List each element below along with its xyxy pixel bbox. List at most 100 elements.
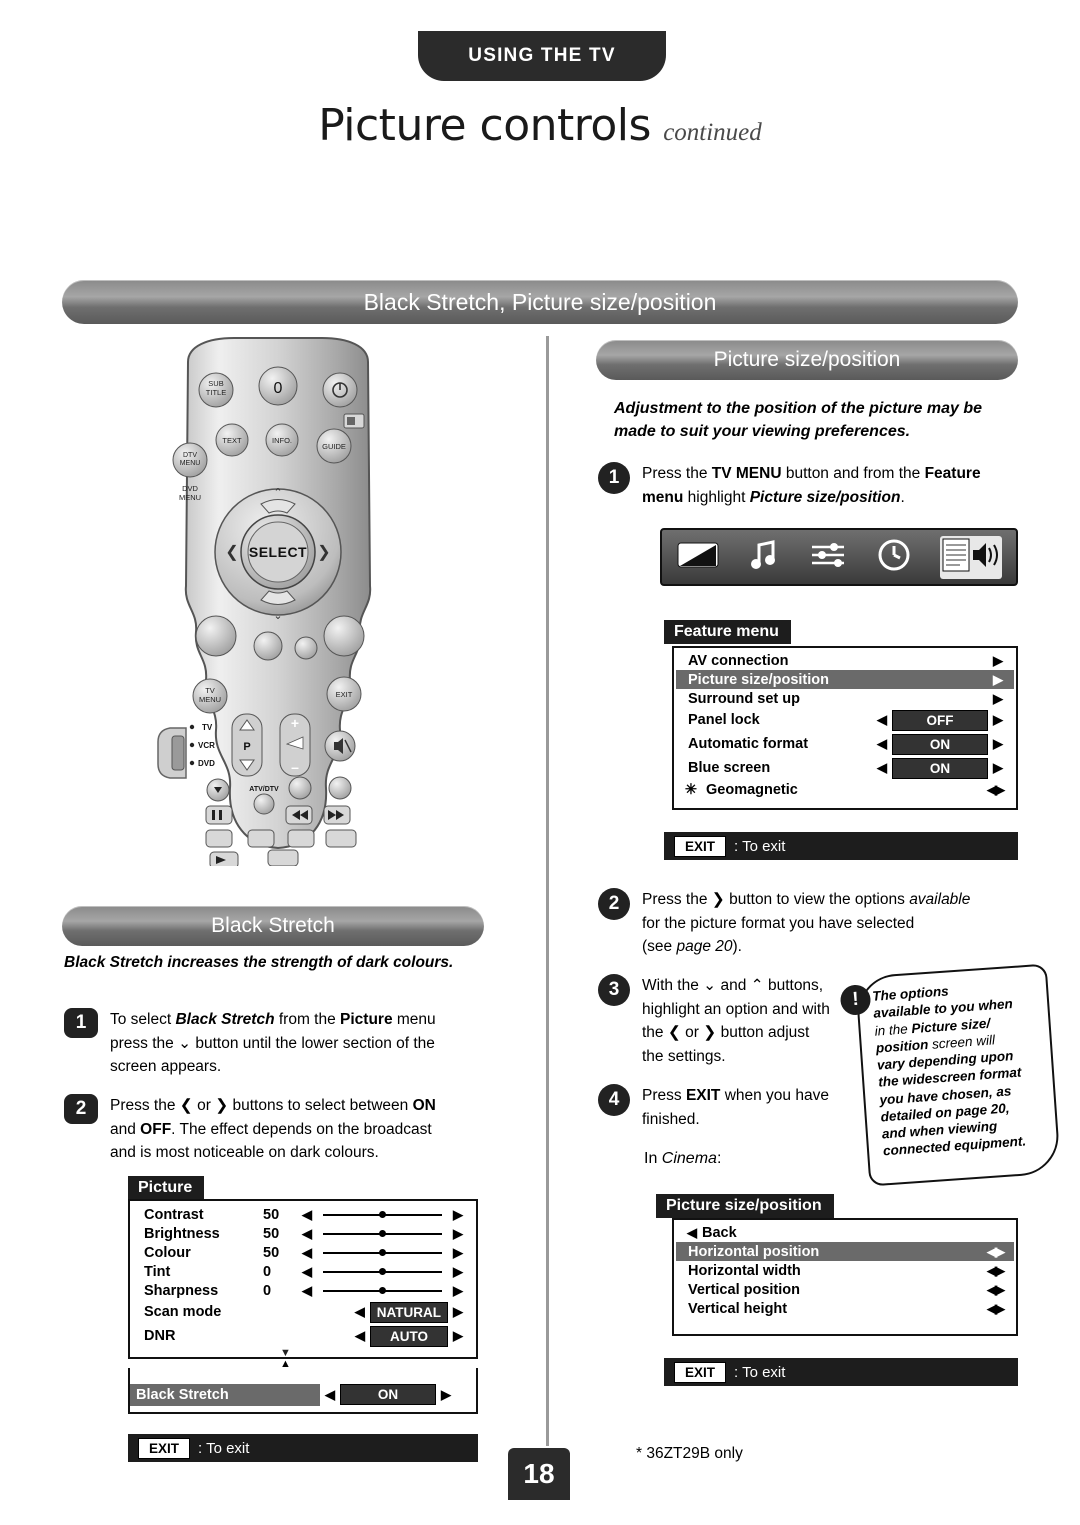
- svg-text:GUIDE: GUIDE: [322, 442, 346, 451]
- left-right-arrow-icon[interactable]: ◀▶: [982, 782, 1008, 798]
- row-value: 0: [263, 1282, 272, 1299]
- exit-button[interactable]: EXIT: [674, 1361, 727, 1383]
- in-cinema-label: In Cinema:: [644, 1150, 721, 1168]
- left-arrow-icon[interactable]: ◀: [297, 1207, 317, 1223]
- slider-track[interactable]: [317, 1230, 448, 1237]
- slider-track[interactable]: [317, 1249, 448, 1256]
- black-stretch-intro: Black Stretch increases the strength of …: [64, 952, 524, 974]
- exit-button[interactable]: EXIT: [138, 1437, 191, 1459]
- page-title-main: Picture controls: [318, 100, 651, 151]
- osd-row-automatic-format[interactable]: Automatic format ◀ ON ▶: [676, 732, 1014, 756]
- in-word: In: [644, 1150, 662, 1167]
- osd-row-blue-screen[interactable]: Blue screen ◀ ON ▶: [676, 756, 1014, 780]
- left-right-arrow-icon[interactable]: ◀▶: [982, 1244, 1008, 1260]
- svg-text:DVD: DVD: [182, 484, 198, 493]
- right-arrow-icon[interactable]: ▶: [988, 691, 1008, 707]
- row-label: Contrast: [144, 1206, 204, 1223]
- left-right-arrow-icon[interactable]: ◀▶: [982, 1263, 1008, 1279]
- osd-row-tint[interactable]: Tint 0 ◀ ▶: [132, 1262, 474, 1281]
- osd-row-back[interactable]: ◀ Back: [676, 1223, 1014, 1242]
- slider-track[interactable]: [317, 1211, 448, 1218]
- osd-row-sharpness[interactable]: Sharpness 0 ◀ ▶: [132, 1281, 474, 1300]
- osd-row-surround-setup[interactable]: Surround set up ▶: [676, 689, 1014, 708]
- left-arrow-icon[interactable]: ◀: [297, 1245, 317, 1261]
- t2: EXIT: [685, 1087, 721, 1104]
- slider-track[interactable]: [317, 1268, 448, 1275]
- osd-row-geomagnetic[interactable]: ✳ Geomagnetic ◀▶: [676, 780, 1014, 799]
- remote-control-illustration: SUB TITLE 0 TEXT INFO. GUIDE DTV MENU DV…: [148, 336, 408, 869]
- right-step-2: 2 Press the ❯ button to view the options…: [598, 888, 1018, 959]
- right-arrow-icon[interactable]: ▶: [988, 672, 1008, 688]
- right-arrow-icon[interactable]: ▶: [436, 1387, 456, 1403]
- svg-text:INFO.: INFO.: [272, 436, 292, 445]
- right-arrow-icon[interactable]: ▶: [988, 760, 1008, 776]
- row-value: AUTO: [370, 1325, 448, 1347]
- clock-icon[interactable]: [877, 538, 911, 577]
- right-arrow-icon[interactable]: ▶: [988, 712, 1008, 728]
- scroll-up-icon: ▲: [280, 1358, 291, 1370]
- callout-text: The options available to you when in the…: [857, 966, 1058, 1169]
- t8: .: [900, 488, 905, 506]
- osd-row-av-connection[interactable]: AV connection ▶: [676, 651, 1014, 670]
- right-arrow-icon[interactable]: ▶: [988, 736, 1008, 752]
- left-arrow-icon[interactable]: ◀: [872, 712, 892, 728]
- left-arrow-icon[interactable]: ◀: [872, 760, 892, 776]
- osd-row-vertical-height[interactable]: Vertical height ◀▶: [676, 1299, 1014, 1318]
- row-label: Scan mode: [144, 1304, 222, 1320]
- slider-track[interactable]: [317, 1287, 448, 1294]
- step-number: 2: [64, 1094, 98, 1124]
- osd-row-black-stretch[interactable]: Black Stretch ◀ ON ▶: [130, 1382, 476, 1407]
- osd-row-horizontal-position[interactable]: Horizontal position ◀▶: [676, 1242, 1014, 1261]
- svg-text:TITLE: TITLE: [206, 388, 226, 397]
- row-value: ON: [340, 1384, 436, 1405]
- t6: highlight: [683, 488, 750, 506]
- right-arrow-icon[interactable]: ▶: [448, 1226, 468, 1242]
- right-arrow-icon[interactable]: ▶: [448, 1283, 468, 1299]
- right-arrow-icon[interactable]: ▶: [448, 1207, 468, 1223]
- settings-sliders-icon[interactable]: [808, 540, 848, 575]
- left-arrow-icon[interactable]: ◀: [320, 1387, 340, 1403]
- osd-row-dnr[interactable]: DNR ◀ AUTO ▶: [132, 1324, 474, 1348]
- left-arrow-icon[interactable]: ◀: [682, 1225, 702, 1241]
- svg-text:❮: ❮: [225, 544, 238, 561]
- left-right-arrow-icon[interactable]: ◀▶: [982, 1282, 1008, 1298]
- right-arrow-icon[interactable]: ▶: [988, 653, 1008, 669]
- left-arrow-icon[interactable]: ◀: [350, 1304, 370, 1320]
- page-number: 18: [508, 1448, 570, 1500]
- osd-row-contrast[interactable]: Contrast 50 ◀ ▶: [132, 1205, 474, 1224]
- t3: from the: [274, 1011, 341, 1028]
- picture-icon[interactable]: [676, 540, 720, 575]
- left-arrow-icon[interactable]: ◀: [350, 1328, 370, 1344]
- right-arrow-icon[interactable]: ▶: [448, 1304, 468, 1320]
- exit-label: : To exit: [198, 1439, 250, 1457]
- left-arrow-icon[interactable]: ◀: [297, 1264, 317, 1280]
- sound-icon[interactable]: [749, 539, 779, 576]
- footnote: * 36ZT29B only: [636, 1445, 743, 1462]
- step-number: 2: [598, 888, 630, 920]
- osd-row-colour[interactable]: Colour 50 ◀ ▶: [132, 1243, 474, 1262]
- osd-black-stretch-panel: ▲ Black Stretch ◀ ON ▶: [128, 1358, 478, 1414]
- exit-button[interactable]: EXIT: [674, 835, 727, 857]
- step-number: 3: [598, 974, 630, 1006]
- osd-row-brightness[interactable]: Brightness 50 ◀ ▶: [132, 1224, 474, 1243]
- osd-row-picture-size-position[interactable]: Picture size/position ▶: [676, 670, 1014, 689]
- left-arrow-icon[interactable]: ◀: [297, 1283, 317, 1299]
- bs-intro-b: increases the strength of dark colours.: [163, 954, 454, 971]
- osd-row-horizontal-width[interactable]: Horizontal width ◀▶: [676, 1261, 1014, 1280]
- t7: and: [110, 1120, 141, 1138]
- t4: Feature: [924, 465, 981, 482]
- row-label: Colour: [144, 1244, 191, 1261]
- feature-menu-icon[interactable]: [939, 535, 1002, 579]
- row-label: Geomagnetic: [706, 781, 798, 798]
- left-right-arrow-icon[interactable]: ◀▶: [982, 1301, 1008, 1317]
- left-arrow-icon[interactable]: ◀: [872, 736, 892, 752]
- right-arrow-icon[interactable]: ▶: [448, 1328, 468, 1344]
- right-step-1: 1 Press the TV MENU button and from the …: [598, 462, 1028, 509]
- osd-row-panel-lock[interactable]: Panel lock ◀ OFF ▶: [676, 708, 1014, 732]
- right-arrow-icon[interactable]: ▶: [448, 1245, 468, 1261]
- right-arrow-icon[interactable]: ▶: [448, 1264, 468, 1280]
- row-label: Blue screen: [688, 760, 771, 776]
- osd-row-scan-mode[interactable]: Scan mode ◀ NATURAL ▶: [132, 1300, 474, 1324]
- osd-row-vertical-position[interactable]: Vertical position ◀▶: [676, 1280, 1014, 1299]
- left-arrow-icon[interactable]: ◀: [297, 1226, 317, 1242]
